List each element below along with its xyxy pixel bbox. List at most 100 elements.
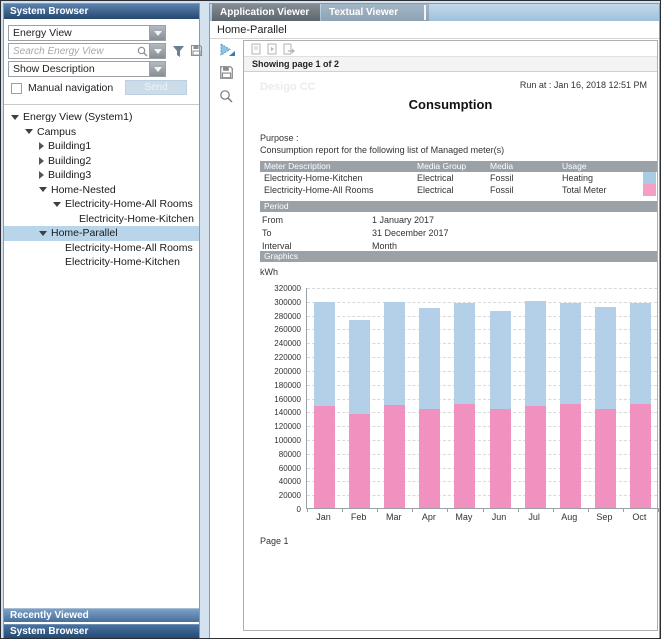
bar-segment-total-meter (454, 404, 475, 508)
document-icon[interactable] (251, 43, 261, 55)
run-report-icon[interactable] (219, 43, 235, 59)
meter-table: Meter Description Media Group Media Usag… (260, 161, 657, 196)
bar-segment-heating (490, 311, 511, 409)
y-axis-tick-label: 120000 (253, 422, 301, 431)
tree-item-electricity-home-kitchen[interactable]: Electricity-Home-Kitchen (4, 255, 199, 270)
y-axis-tick-label: 320000 (253, 284, 301, 293)
triangle-expanded-icon[interactable] (39, 187, 47, 192)
tree-item-electricity-home-all-rooms[interactable]: Electricity-Home-All Rooms (4, 197, 199, 212)
bar-segment-heating (595, 307, 616, 409)
view-selector-arrow-button[interactable] (149, 26, 165, 40)
y-axis-tick-label: 60000 (253, 464, 301, 473)
y-axis-tick-label: 100000 (253, 436, 301, 445)
meter-table-cell: Fossil (490, 172, 562, 184)
run-timestamp: Run at : Jan 16, 2018 12:51 PM (520, 80, 647, 90)
tree-item-electricity-home-kitchen[interactable]: Electricity-Home-Kitchen (4, 212, 199, 227)
tree-item-home-parallel[interactable]: Home-Parallel (4, 226, 199, 241)
document-next-page-icon[interactable] (267, 43, 277, 55)
bar-group-mar (384, 302, 405, 508)
system-browser-bar[interactable]: System Browser (4, 624, 199, 638)
meter-table-header: Meter Description Media Group Media Usag… (260, 161, 657, 172)
send-button[interactable]: Send (125, 80, 187, 95)
recently-viewed-bar[interactable]: Recently Viewed (4, 608, 199, 622)
bar-segment-heating (454, 303, 475, 405)
col-media-group: Media Group (417, 161, 490, 172)
triangle-expanded-icon[interactable] (53, 202, 61, 207)
triangle-expanded-icon[interactable] (39, 231, 47, 236)
x-axis-category-label: May (446, 512, 481, 522)
y-axis-tick-label: 20000 (253, 491, 301, 500)
bar-group-sep (595, 307, 616, 508)
search-field[interactable] (8, 43, 166, 59)
period-value: 31 December 2017 (372, 227, 449, 240)
bar-segment-heating (314, 302, 335, 406)
triangle-expanded-icon[interactable] (25, 129, 33, 134)
tree-item-electricity-home-all-rooms[interactable]: Electricity-Home-All Rooms (4, 241, 199, 256)
display-mode-dropdown[interactable]: Show Description (8, 61, 166, 77)
x-axis-tick (658, 508, 659, 512)
document-export-icon[interactable] (283, 43, 295, 55)
period-rows: From1 January 2017To31 December 2017Inte… (260, 214, 657, 253)
tree-item-campus[interactable]: Campus (4, 125, 199, 140)
search-dropdown-arrow-button[interactable] (149, 44, 165, 58)
tab-textual-viewer[interactable]: Textual Viewer (321, 4, 429, 21)
x-axis-category-label: Aug (552, 512, 587, 522)
bar-segment-heating (525, 301, 546, 406)
y-axis-tick-label: 200000 (253, 367, 301, 376)
bar-group-feb (349, 320, 370, 508)
zoom-icon[interactable] (219, 89, 235, 105)
gridline (307, 302, 657, 303)
search-input[interactable] (9, 46, 135, 57)
bar-group-apr (419, 308, 440, 508)
tree: Energy View (System1)CampusBuilding1 Buil… (4, 106, 199, 608)
x-axis-category-label: Apr (411, 512, 446, 522)
tree-item-building3[interactable]: Building3 (4, 168, 199, 183)
tree-item-home-nested[interactable]: Home-Nested (4, 183, 199, 198)
tree-item-label: Electricity-Home-All Rooms (61, 242, 193, 254)
graphics-section-header: Graphics (260, 251, 657, 262)
bar-group-aug (560, 303, 581, 508)
purpose-text: Consumption report for the following lis… (260, 145, 504, 155)
save-filter-icon[interactable] (188, 42, 204, 58)
tree-item-energy-view-system1-[interactable]: Energy View (System1) (4, 110, 199, 125)
viewer-tab-bar: Application Viewer Textual Viewer (210, 4, 659, 21)
tab-application-viewer[interactable]: Application Viewer (212, 4, 320, 21)
y-axis-tick-label: 80000 (253, 450, 301, 459)
bar-segment-total-meter (525, 406, 546, 508)
y-axis-tick-label: 40000 (253, 477, 301, 486)
tree-item-label: Building1 (44, 140, 91, 152)
triangle-expanded-icon[interactable] (11, 115, 19, 120)
meter-table-cell: Heating (562, 172, 643, 184)
manual-navigation-checkbox[interactable] (11, 83, 22, 94)
col-usage: Usage (562, 161, 643, 172)
bar-segment-heating (384, 302, 405, 406)
report-page: Desigo CC Run at : Jan 16, 2018 12:51 PM… (244, 72, 657, 630)
bar-group-jun (490, 311, 511, 508)
x-axis-category-label: Mar (376, 512, 411, 522)
view-selector-dropdown[interactable]: Energy View (8, 25, 166, 41)
report-mini-toolbar (244, 41, 657, 57)
x-axis-category-label: Sep (587, 512, 622, 522)
tree-item-label: Building2 (44, 155, 91, 167)
chevron-down-icon (154, 31, 162, 36)
y-axis-tick-label: 240000 (253, 339, 301, 348)
meter-table-cell: Fossil (490, 184, 562, 196)
bar-segment-total-meter (490, 409, 511, 508)
tree-item-building2[interactable]: Building2 (4, 154, 199, 169)
bar-segment-total-meter (314, 406, 335, 508)
meter-table-row: Electricity-Home-All RoomsElectricalFoss… (260, 184, 657, 196)
paging-status: Showing page 1 of 2 (244, 57, 657, 72)
meter-table-row: Electricity-Home-KitchenElectricalFossil… (260, 172, 657, 184)
display-mode-arrow-button[interactable] (149, 62, 165, 76)
tree-item-label: Home-Parallel (47, 227, 118, 239)
report-title: Consumption (244, 97, 657, 112)
tree-item-building1[interactable]: Building1 (4, 139, 199, 154)
save-report-icon[interactable] (219, 65, 235, 81)
filter-icon[interactable] (170, 43, 186, 59)
col-meter-description: Meter Description (260, 161, 417, 172)
y-axis-tick-label: 140000 (253, 408, 301, 417)
x-axis-category-label: Jul (517, 512, 552, 522)
browser-controls: Energy View Show Description (4, 19, 199, 105)
bar-segment-total-meter (560, 404, 581, 508)
bar-segment-total-meter (349, 414, 370, 508)
